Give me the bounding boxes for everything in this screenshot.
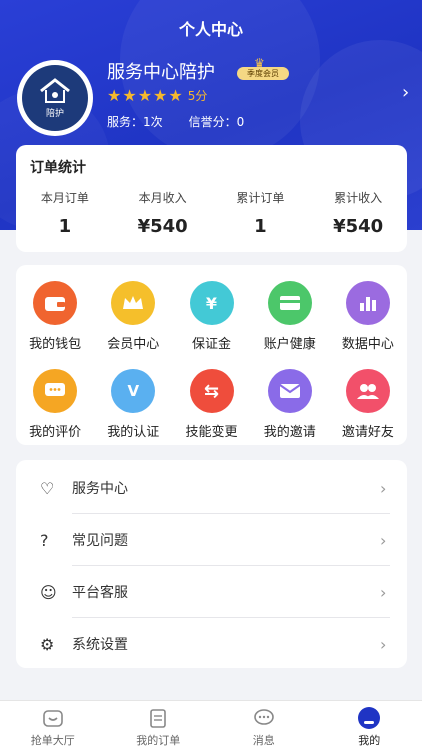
tab-label: 抢单大厅 xyxy=(30,734,75,747)
feature-deposit[interactable]: ¥ 保证金 xyxy=(172,281,250,352)
feature-label: 邀请好友 xyxy=(341,425,394,440)
feature-label: 保证金 xyxy=(192,337,232,352)
stat-value: 1 xyxy=(254,216,267,237)
chat-smile-icon: ☺ xyxy=(40,582,57,602)
feature-grid: 我的钱包 会员中心 ¥ 保证金 账户健康 数据中心 我的评价 V 我的认证 ⇆ … xyxy=(16,265,407,445)
profile-icon xyxy=(357,707,381,729)
vip-label: 季度会员 xyxy=(237,67,289,80)
order-stats-title: 订单统计 xyxy=(30,160,86,176)
feature-label: 我的认证 xyxy=(107,425,160,440)
feature-label: 账户健康 xyxy=(263,337,316,352)
feature-skill-change[interactable]: ⇆ 技能变更 xyxy=(172,369,250,440)
feature-wallet[interactable]: 我的钱包 xyxy=(16,281,94,352)
feature-label: 会员中心 xyxy=(107,337,160,352)
chevron-right-icon: › xyxy=(380,530,387,550)
feature-my-reviews[interactable]: 我的评价 xyxy=(16,369,94,440)
stat-value: 1 xyxy=(58,216,72,237)
tab-label: 我的 xyxy=(358,734,381,747)
menu-item-service-center[interactable]: ♡ 服务中心 › xyxy=(16,462,407,514)
star-icon: ★ xyxy=(122,85,137,105)
gear-icon: ⚙ xyxy=(40,634,55,654)
star-icon: ★ xyxy=(107,85,122,105)
feature-label: 数据中心 xyxy=(341,337,394,352)
comment-icon xyxy=(33,369,78,413)
chevron-right-icon: › xyxy=(380,582,387,602)
order-list-icon xyxy=(146,707,170,729)
feature-label: 我的钱包 xyxy=(29,337,82,352)
tab-my-orders[interactable]: 我的订单 xyxy=(106,701,212,750)
stat-label: 本月订单 xyxy=(40,191,89,205)
menu-item-settings[interactable]: ⚙ 系统设置 › xyxy=(16,618,407,670)
avatar-text: 陪护 xyxy=(45,108,64,119)
menu-label: 平台客服 xyxy=(72,585,128,601)
feature-account-health[interactable]: 账户健康 xyxy=(251,281,329,352)
tab-order-hall[interactable]: 抢单大厅 xyxy=(0,701,106,750)
menu-item-faq[interactable]: ? 常见问题 › xyxy=(16,514,407,566)
feature-label: 技能变更 xyxy=(185,425,238,440)
wallet-icon xyxy=(33,281,78,325)
yen-shield-icon: ¥ xyxy=(189,281,234,325)
star-icon: ★ xyxy=(153,85,168,105)
feature-label: 我的评价 xyxy=(29,425,82,440)
stat-month-orders[interactable]: 本月订单 1 xyxy=(16,189,114,237)
stat-value: ¥540 xyxy=(333,216,384,237)
profile-chevron-icon[interactable]: › xyxy=(402,82,409,103)
star-icon: ★ xyxy=(168,85,183,105)
feature-my-invites[interactable]: 我的邀请 xyxy=(251,369,329,440)
stat-month-income[interactable]: 本月收入 ¥540 xyxy=(114,189,212,237)
order-stats-card: 订单统计 本月订单 1 本月收入 ¥540 累计订单 1 累计收入 ¥540 xyxy=(16,145,407,252)
stat-label: 累计收入 xyxy=(334,191,383,205)
menu-list: ♡ 服务中心 › ? 常见问题 › ☺ 平台客服 › ⚙ 系统设置 › xyxy=(16,460,407,668)
avatar[interactable]: 陪护 xyxy=(17,60,93,136)
user-stats: 服务：1次 信誉分：0 xyxy=(107,113,244,130)
menu-label: 服务中心 xyxy=(72,481,128,497)
heart-hand-icon: ♡ xyxy=(40,478,55,498)
vip-badge: ♛ 季度会员 xyxy=(237,57,289,81)
feature-label: 我的邀请 xyxy=(263,425,316,440)
tab-profile[interactable]: 我的 xyxy=(317,701,422,750)
service-count: 服务：1次 xyxy=(107,115,163,129)
feature-data-center[interactable]: 数据中心 xyxy=(329,281,407,352)
stat-total-orders[interactable]: 累计订单 1 xyxy=(212,189,310,237)
swap-icon: ⇆ xyxy=(189,369,234,413)
menu-item-customer-service[interactable]: ☺ 平台客服 › xyxy=(16,566,407,618)
tab-label: 我的订单 xyxy=(136,734,181,747)
chevron-right-icon: › xyxy=(380,634,387,654)
friends-icon xyxy=(345,369,390,413)
credit-score: 信誉分：0 xyxy=(188,115,245,129)
avatar-logo: 陪护 xyxy=(22,65,88,131)
feature-verification[interactable]: V 我的认证 xyxy=(94,369,172,440)
stat-label: 累计订单 xyxy=(236,191,285,205)
star-icon: ★ xyxy=(137,85,153,105)
stat-label: 本月收入 xyxy=(138,191,187,205)
chevron-right-icon: › xyxy=(380,478,387,498)
question-icon: ? xyxy=(40,530,49,550)
card-icon xyxy=(267,281,312,325)
rating: ★ ★ ★ ★ ★ 5分 xyxy=(107,87,207,104)
user-name: 服务中心陪护 xyxy=(107,62,215,83)
menu-label: 常见问题 xyxy=(72,533,128,549)
message-icon xyxy=(252,707,276,729)
rating-score: 5分 xyxy=(187,89,208,103)
tab-label: 消息 xyxy=(252,734,275,747)
feature-invite-friends[interactable]: 邀请好友 xyxy=(329,369,407,440)
bar-chart-icon xyxy=(345,281,390,325)
stat-value: ¥540 xyxy=(137,216,188,237)
verified-icon: V xyxy=(111,369,156,413)
page-title: 个人中心 xyxy=(178,20,243,39)
crown-icon xyxy=(111,281,156,325)
stat-total-income[interactable]: 累计收入 ¥540 xyxy=(309,189,407,237)
mail-icon xyxy=(267,369,312,413)
feature-membership[interactable]: 会员中心 xyxy=(94,281,172,352)
menu-label: 系统设置 xyxy=(72,637,128,653)
tab-messages[interactable]: 消息 xyxy=(211,701,317,750)
hall-icon xyxy=(41,707,65,729)
bottom-tab-bar: 抢单大厅 我的订单 消息 我的 xyxy=(0,700,422,750)
house-logo-icon xyxy=(40,77,70,103)
